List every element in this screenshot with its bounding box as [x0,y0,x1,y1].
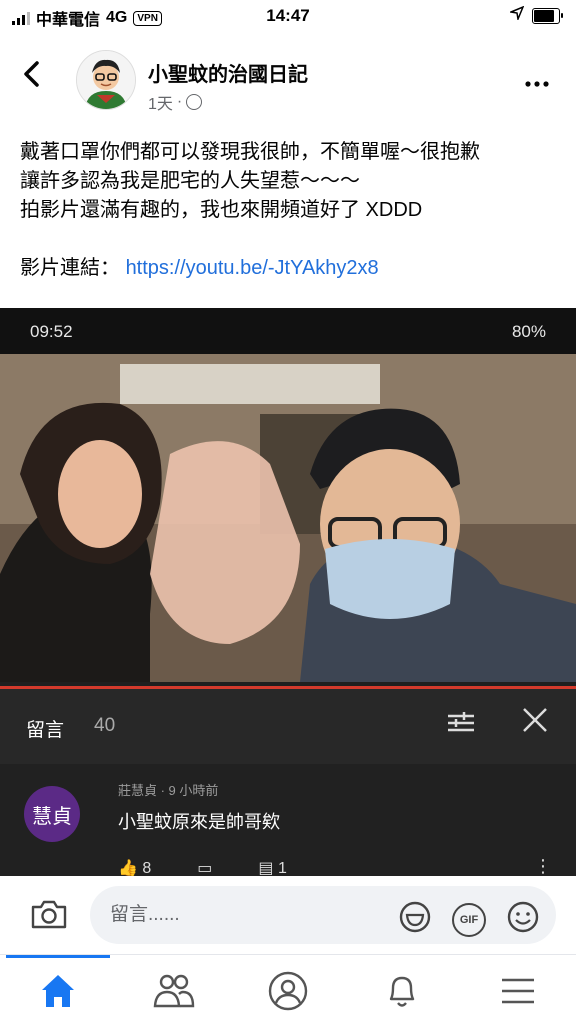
post-line: 戴著口罩你們都可以發現我很帥，不簡單喔～很抱歉 [20,141,480,163]
comment-actions: 👍 8 ▭ ▤ 1 [118,858,287,876]
tab-profile[interactable] [264,969,312,1013]
active-tab-indicator [6,955,110,958]
status-time: 14:47 [266,6,310,25]
profile-icon [268,971,308,1011]
post-body: 戴著口罩你們都可以發現我很帥，不簡單喔～很抱歉 讓許多認為我是肥宅的人失望惹～～… [20,138,560,283]
camera-button[interactable] [30,898,68,935]
bell-icon [389,976,415,1007]
camera-icon [31,900,67,929]
post-meta: 1天 · [148,90,203,114]
globe-icon [186,94,203,110]
page-name[interactable]: 小聖蚊的治國日記 [148,58,308,87]
filter-icon [446,711,476,742]
reply-icon: ▭ [197,860,213,876]
close-icon [520,705,550,743]
kebab-icon: ⋮ [534,856,552,876]
video-frame-illustration [0,354,576,682]
thumbs-up-icon: 👍 8 [118,860,152,876]
image-status-time: 09:52 [30,322,73,341]
facebook-post-page: 中華電信 4G VPN 14:47 小聖蚊的治國日記 1天 · 戴著口罩你們都可… [0,0,576,1024]
comment-text: 小聖蚊原來是帥哥欸 [118,812,280,832]
meta-separator: · [176,93,183,110]
page-avatar[interactable] [76,50,136,110]
ellipsis-icon [525,81,549,87]
image-battery: 80% [511,322,546,341]
more-options-button[interactable] [524,68,550,94]
bottom-navigation [0,954,576,1024]
status-bar: 中華電信 4G VPN 14:47 [0,0,576,34]
post-line: 讓許多認為我是肥宅的人失望惹～～～ [20,170,360,192]
comment-author: 莊慧貞 · 9 小時前 [118,783,219,798]
emoji-icon[interactable] [506,900,540,939]
video-link-line: 影片連結： https://youtu.be/-JtYAkhy2x8 [20,254,560,283]
post-line: 拍影片還滿有趣的，我也來開頻道好了 XDDD [20,199,423,221]
battery-icon [532,7,563,24]
groups-icon [153,974,195,1008]
video-comments-title: 留言 [26,720,65,741]
video-link-label: 影片連結： [20,257,120,279]
video-comments-header: 留言 40 [0,686,576,767]
gif-icon[interactable]: GIF [452,902,486,937]
comment-likes: 8 [142,860,152,876]
tab-groups[interactable] [150,969,198,1013]
post-header: 小聖蚊的治國日記 1天 · [0,38,576,124]
video-comment: 慧貞 莊慧貞 · 9 小時前 小聖蚊原來是帥哥欸 👍 8 ▭ ▤ 1 ⋮ [0,764,576,876]
video-link[interactable]: https://youtu.be/-JtYAkhy2x8 [126,257,379,279]
post-image[interactable]: 09:52 80% 留言 40 慧貞 莊慧貞 · 9 小時前 小聖蚊原來是帥哥欸… [0,308,576,876]
location-icon [508,5,525,25]
replies-icon: ▤ 1 [258,860,287,876]
tab-menu[interactable] [494,969,542,1013]
chevron-left-icon [24,61,39,87]
tab-home[interactable] [34,969,82,1013]
comment-composer: 留言...... GIF [0,876,576,954]
video-comments-count: 40 [94,715,116,736]
tab-notifications[interactable] [378,969,426,1013]
hamburger-menu-icon [502,978,534,1004]
comment-avatar: 慧貞 [24,786,80,842]
home-icon [42,975,74,1007]
sticker-icon[interactable] [398,900,432,939]
back-button[interactable] [22,60,40,93]
post-time[interactable]: 1天 [148,90,173,114]
image-status-bar: 09:52 80% [0,308,576,354]
comment-replies: 1 [277,860,287,876]
